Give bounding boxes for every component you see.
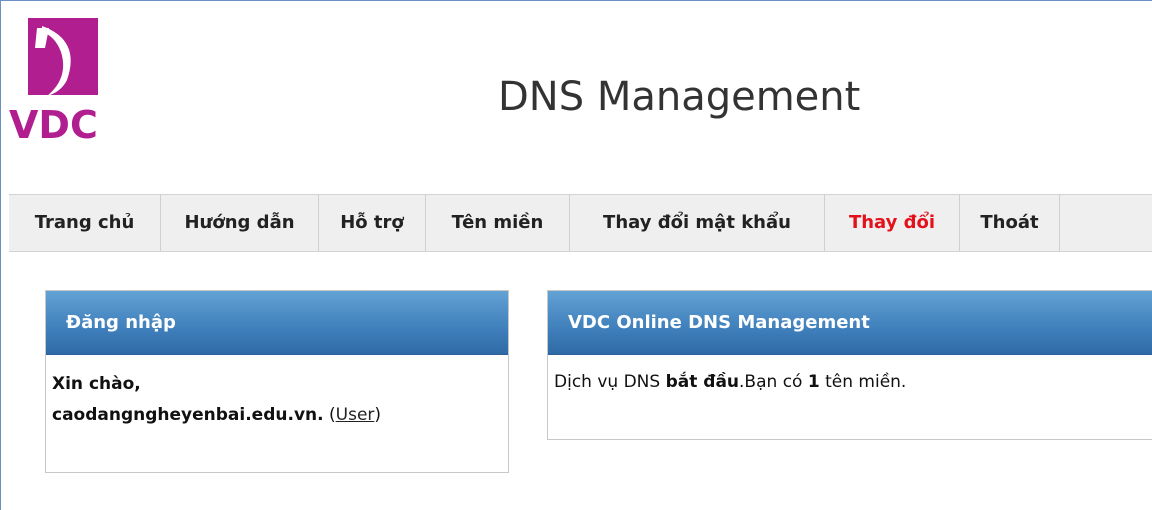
main-nav: Trang chủ Hướng dẫn Hỗ trợ Tên miền Thay… bbox=[9, 194, 1152, 252]
user-domain: caodangngheyenbai.edu.vn. bbox=[52, 405, 324, 425]
logo-text: VDC bbox=[9, 103, 98, 140]
dns-status: bắt đầu bbox=[665, 372, 740, 392]
nav-item-guide[interactable]: Hướng dẫn bbox=[161, 195, 319, 251]
role-open-paren: ( bbox=[329, 405, 336, 425]
nav-item-change[interactable]: Thay đổi bbox=[825, 195, 960, 251]
role-close-paren: ) bbox=[374, 405, 382, 425]
info-panel-body: Dịch vụ DNS bắt đầu.Bạn có 1 tên miền. bbox=[548, 355, 1152, 412]
greeting-text: Xin chào, bbox=[52, 374, 141, 394]
info-panel: VDC Online DNS Management Dịch vụ DNS bắ… bbox=[547, 290, 1152, 440]
info-text-suffix: tên miền. bbox=[819, 372, 907, 392]
user-info-line: caodangngheyenbai.edu.vn. (User) bbox=[52, 400, 502, 431]
info-text-middle: .Bạn có bbox=[739, 372, 808, 392]
nav-item-change-password[interactable]: Thay đổi mật khẩu bbox=[570, 195, 825, 251]
vdc-logo: VDC bbox=[9, 18, 98, 140]
nav-item-support[interactable]: Hỗ trợ bbox=[319, 195, 426, 251]
info-text-prefix: Dịch vụ DNS bbox=[554, 372, 666, 392]
page-title: DNS Management bbox=[498, 74, 861, 120]
info-panel-title: VDC Online DNS Management bbox=[548, 291, 1152, 355]
nav-item-logout[interactable]: Thoát bbox=[960, 195, 1060, 251]
nav-item-home[interactable]: Trang chủ bbox=[9, 195, 161, 251]
nav-item-domains[interactable]: Tên miền bbox=[426, 195, 570, 251]
login-panel-body: Xin chào, caodangngheyenbai.edu.vn. (Use… bbox=[46, 355, 508, 445]
login-panel: Đăng nhập Xin chào, caodangngheyenbai.ed… bbox=[45, 290, 509, 473]
login-panel-title: Đăng nhập bbox=[46, 291, 508, 355]
user-role-link[interactable]: User bbox=[336, 405, 375, 425]
domain-count: 1 bbox=[807, 372, 820, 392]
